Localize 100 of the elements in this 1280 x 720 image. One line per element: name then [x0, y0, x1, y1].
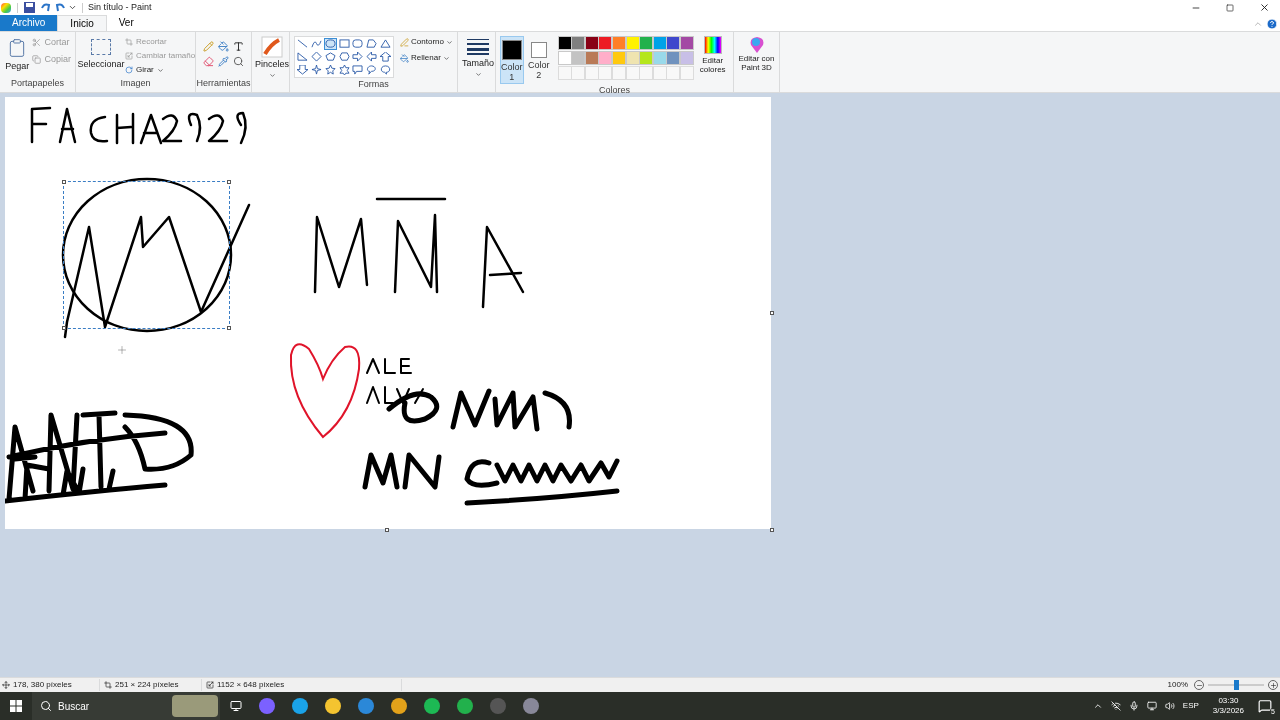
shape-option[interactable]: [309, 51, 323, 63]
shape-icon: [297, 39, 308, 49]
crosshair-cursor-icon: [116, 344, 128, 356]
color-selector[interactable]: Color 1: [500, 36, 524, 84]
rotate-button[interactable]: Girar: [125, 64, 196, 76]
notification-icon[interactable]: [1258, 699, 1272, 713]
ribbon-tab[interactable]: Ver: [106, 15, 146, 31]
resize-handle[interactable]: [770, 311, 774, 315]
customize-dropdown-icon[interactable]: [68, 3, 77, 12]
caret-icon: [474, 70, 482, 78]
undo-icon[interactable]: [40, 2, 51, 13]
save-icon[interactable]: [24, 2, 35, 13]
group-label: Portapapeles: [9, 76, 65, 90]
fill-button[interactable]: Rellenar: [400, 52, 453, 64]
shape-option[interactable]: [296, 64, 309, 76]
taskbar-app-icon[interactable]: [457, 698, 473, 714]
size-button[interactable]: Tamaño: [462, 36, 494, 78]
shape-option[interactable]: [309, 64, 323, 76]
paste-button[interactable]: Pegar: [4, 36, 31, 74]
shape-icon: [366, 65, 378, 75]
rotate-icon: [125, 66, 133, 74]
shape-option[interactable]: [296, 38, 309, 50]
shape-option[interactable]: [337, 38, 351, 50]
shape-option[interactable]: [351, 38, 365, 50]
taskbar-app-icon[interactable]: [523, 698, 539, 714]
taskbar-app-icon[interactable]: [358, 698, 374, 714]
shape-option[interactable]: [379, 38, 393, 50]
shape-option[interactable]: [337, 64, 351, 76]
palette-swatch[interactable]: [598, 36, 613, 50]
palette-swatch[interactable]: [557, 36, 572, 50]
shape-option[interactable]: [309, 38, 323, 50]
drawing-canvas[interactable]: [5, 97, 771, 529]
shape-option[interactable]: [379, 51, 393, 63]
volume-icon[interactable]: [1164, 701, 1175, 711]
shape-option[interactable]: [379, 64, 393, 76]
window-title: Sin título - Paint: [88, 0, 152, 14]
zoom-slider-thumb[interactable]: [1234, 680, 1239, 690]
resize-icon: [125, 52, 133, 60]
taskbar-app-icon[interactable]: [391, 698, 407, 714]
search-icon: [40, 700, 52, 712]
network-icon[interactable]: [1110, 701, 1121, 711]
caret-icon: [156, 66, 164, 74]
palette-swatch[interactable]: [639, 36, 654, 50]
shape-option[interactable]: [351, 51, 365, 63]
shape-option[interactable]: [296, 51, 309, 63]
brush-icon: [261, 36, 283, 58]
zoom-in-button[interactable]: [1268, 680, 1278, 690]
color-picker-icon[interactable]: [218, 56, 229, 67]
palette-swatch[interactable]: [571, 51, 586, 65]
resize-handle[interactable]: [770, 528, 774, 532]
eraser-icon[interactable]: [203, 56, 214, 67]
group-label: Colores: [598, 84, 631, 97]
help-icon[interactable]: [1266, 18, 1278, 30]
task-view-icon[interactable]: [230, 700, 242, 712]
edit-with-paint3d-button[interactable]: Editar con Paint 3D: [734, 32, 779, 72]
selection-rectangle[interactable]: [63, 181, 230, 329]
tray-overflow-icon[interactable]: [1092, 701, 1103, 711]
taskbar-search-field[interactable]: Buscar: [32, 692, 220, 720]
palette-swatch[interactable]: [571, 36, 586, 50]
start-button-icon[interactable]: [10, 700, 22, 712]
shape-option[interactable]: [351, 64, 365, 76]
shape-option[interactable]: [365, 38, 379, 50]
search-placeholder: Buscar: [58, 699, 91, 714]
cursor-position-icon: [2, 681, 10, 689]
shape-option[interactable]: [337, 51, 351, 63]
palette-swatch[interactable]: [557, 51, 572, 65]
microphone-icon[interactable]: [1128, 701, 1139, 711]
input-language[interactable]: ESP: [1182, 700, 1199, 712]
magnifier-icon[interactable]: [233, 56, 244, 67]
shape-option[interactable]: [365, 64, 379, 76]
shape-icon: [352, 39, 364, 49]
palette-swatch[interactable]: [598, 51, 613, 65]
palette-swatch[interactable]: [666, 51, 681, 65]
shape-option[interactable]: [323, 51, 337, 63]
redo-icon[interactable]: [55, 2, 66, 13]
shape-option[interactable]: [323, 64, 337, 76]
shape-icon: [297, 52, 308, 62]
color-selector[interactable]: Color 2: [525, 36, 552, 84]
taskbar-app-icon[interactable]: [424, 698, 440, 714]
shape-icon: [310, 52, 322, 62]
copy-icon: [32, 54, 42, 64]
edit-colors-button[interactable]: Editar colores: [696, 36, 729, 74]
ribbon-tab[interactable]: Inicio: [57, 15, 107, 31]
taskbar-app-icon[interactable]: [325, 698, 341, 714]
shape-option[interactable]: [323, 38, 337, 50]
shape-icon: [352, 52, 364, 62]
outline-button[interactable]: Contorno: [400, 36, 453, 48]
scissors-icon: [32, 38, 42, 48]
shape-option[interactable]: [365, 51, 379, 63]
clock-time: 03:30: [1218, 696, 1239, 706]
palette-swatch[interactable]: [666, 36, 681, 50]
brushes-button[interactable]: Pinceles: [256, 36, 288, 79]
resize-handle[interactable]: [385, 528, 389, 532]
close-icon: [1258, 2, 1270, 13]
display-icon[interactable]: [1146, 701, 1157, 711]
fill-bucket-icon[interactable]: [218, 41, 229, 52]
taskbar-app-icon[interactable]: [292, 698, 308, 714]
palette-swatch[interactable]: [639, 51, 654, 65]
text-tool-icon[interactable]: [233, 41, 244, 52]
ribbon-tab[interactable]: Archivo: [0, 15, 58, 31]
